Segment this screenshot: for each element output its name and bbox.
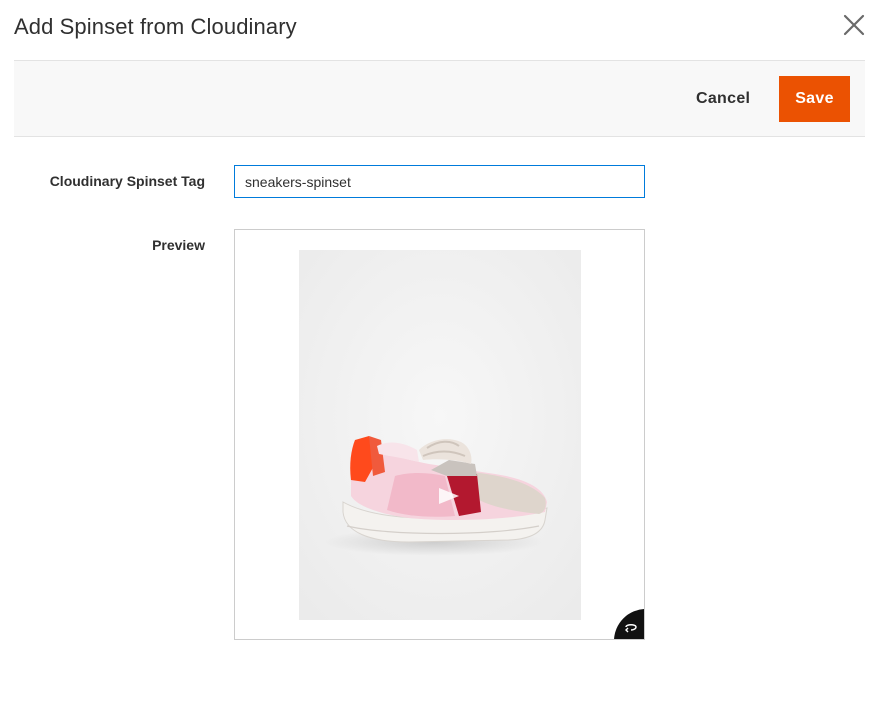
save-button[interactable]: Save xyxy=(779,76,850,122)
spin-360-icon xyxy=(625,624,637,633)
add-spinset-modal: Add Spinset from Cloudinary Cancel Save … xyxy=(0,0,879,719)
spin-360-button[interactable] xyxy=(614,609,644,639)
close-icon xyxy=(843,14,865,36)
modal-toolbar: Cancel Save xyxy=(14,60,865,137)
cancel-button[interactable]: Cancel xyxy=(686,77,760,121)
preview-label: Preview xyxy=(152,237,205,253)
modal-title: Add Spinset from Cloudinary xyxy=(14,14,297,39)
close-button[interactable] xyxy=(838,9,870,41)
preview-container xyxy=(234,229,645,640)
sneaker-preview-image xyxy=(299,250,581,620)
sneaker-image xyxy=(299,250,581,620)
spinset-tag-label: Cloudinary Spinset Tag xyxy=(49,173,205,189)
spinset-tag-input[interactable] xyxy=(234,165,645,198)
